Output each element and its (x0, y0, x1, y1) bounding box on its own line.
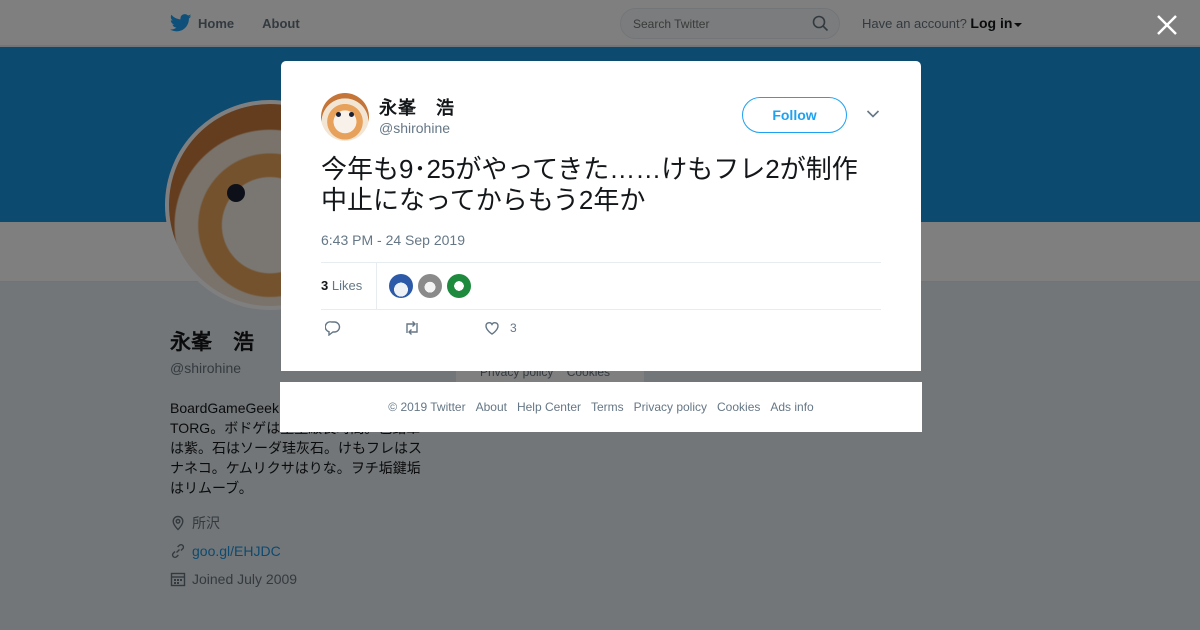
close-icon[interactable] (1154, 12, 1180, 38)
author-name[interactable]: 永峯 浩 (379, 94, 455, 120)
retweet-action[interactable] (403, 320, 421, 336)
heart-icon (485, 322, 499, 335)
tweet-stats: 3 Likes (321, 262, 881, 310)
author-avatar[interactable] (321, 93, 369, 141)
liker-avatar[interactable] (389, 274, 413, 298)
footer-ads-link[interactable]: Ads info (770, 400, 813, 414)
likes-count: 3 (321, 278, 329, 293)
liker-avatar[interactable] (418, 274, 442, 298)
likes-stat[interactable]: 3 Likes (321, 278, 362, 293)
author-handle[interactable]: @shirohine (379, 120, 450, 136)
stats-divider (376, 263, 377, 309)
liker-avatars (389, 274, 471, 298)
chevron-down-icon[interactable] (866, 109, 880, 119)
like-action-count: 3 (510, 321, 517, 335)
like-action[interactable]: 3 (484, 320, 517, 336)
footer-terms-link[interactable]: Terms (591, 400, 624, 414)
likes-label: Likes (331, 278, 363, 293)
reply-action[interactable] (325, 320, 341, 336)
liker-avatar[interactable] (447, 274, 471, 298)
tweet-actions: 3 (321, 320, 881, 344)
footer-privacy-link[interactable]: Privacy policy (634, 400, 707, 414)
tweet-modal: 永峯 浩 @shirohine Follow 今年も9･25がやってきた……けも… (281, 61, 921, 371)
tweet-timestamp[interactable]: 6:43 PM - 24 Sep 2019 (321, 232, 465, 248)
footer-cookies-link[interactable]: Cookies (717, 400, 760, 414)
footer-about-link[interactable]: About (476, 400, 507, 414)
reply-icon (325, 321, 341, 336)
footer-help-link[interactable]: Help Center (517, 400, 581, 414)
follow-button[interactable]: Follow (742, 97, 847, 133)
retweet-icon (406, 321, 418, 335)
modal-footer: © 2019 Twitter About Help Center Terms P… (280, 382, 922, 432)
tweet-text: 今年も9･25がやってきた……けもフレ2が制作中止になってからもう2年か (321, 154, 858, 215)
footer-copyright: © 2019 Twitter (388, 400, 466, 414)
